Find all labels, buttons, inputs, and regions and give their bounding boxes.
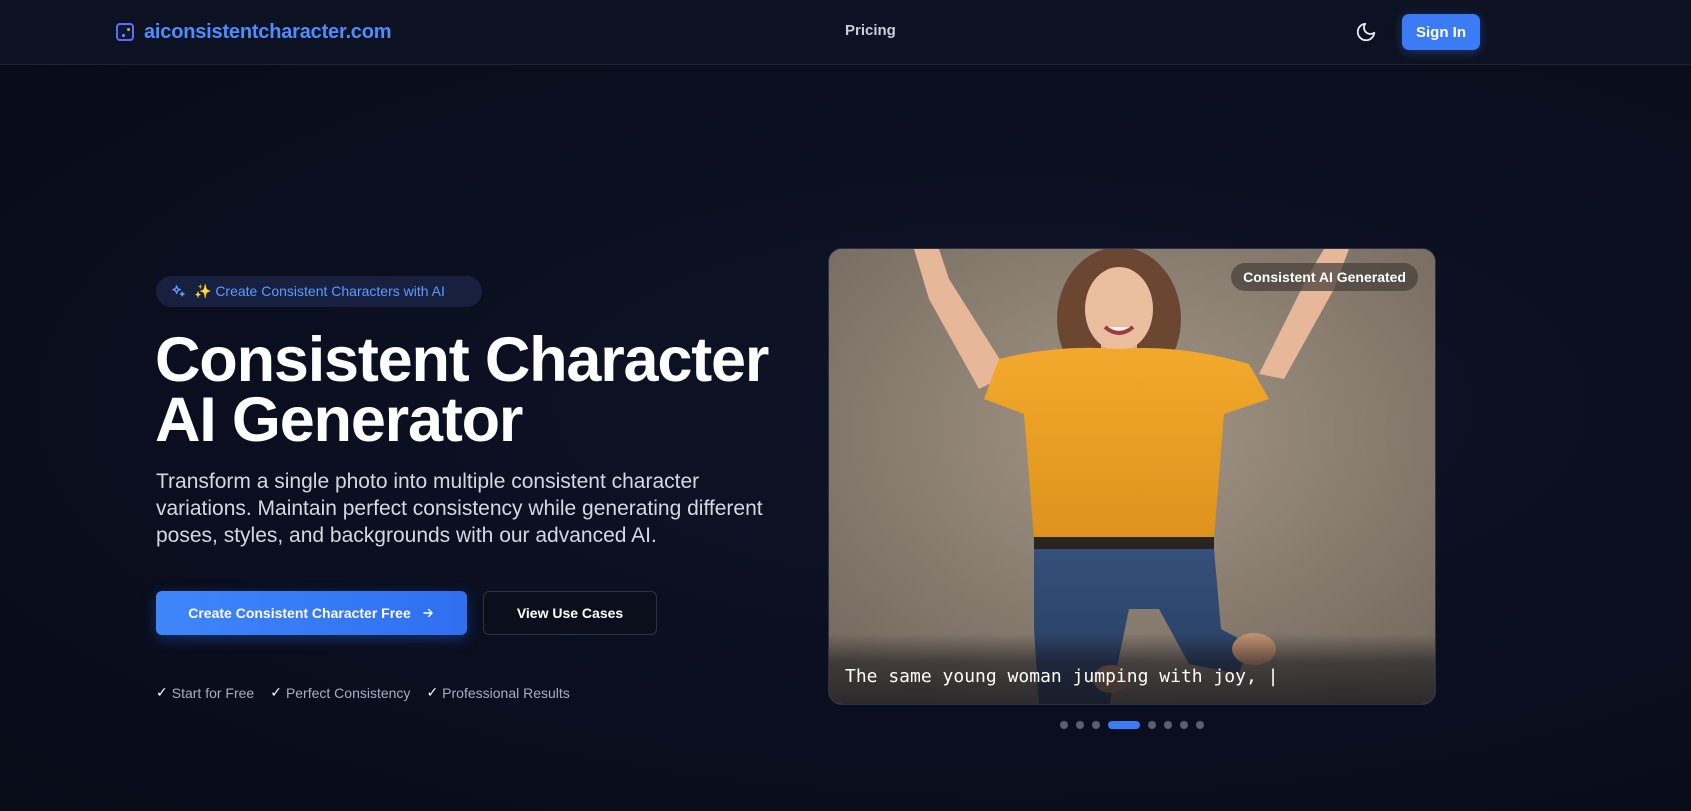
- feature-label: Perfect Consistency: [285, 684, 411, 701]
- carousel-dot[interactable]: [1060, 721, 1068, 729]
- showcase-image-card: Consistent AI Generated The same young w…: [828, 248, 1436, 705]
- brand-icon: [116, 23, 134, 41]
- create-character-button[interactable]: Create Consistent Character Free: [156, 591, 467, 635]
- theme-toggle-button[interactable]: [1352, 18, 1380, 46]
- brand-logo-link[interactable]: aiconsistentcharacter.com: [116, 20, 392, 44]
- create-character-label: Create Consistent Character Free: [188, 605, 411, 621]
- carousel-dot[interactable]: [1164, 721, 1172, 729]
- check-icon: ✓: [156, 684, 168, 700]
- check-icon: ✓: [426, 684, 439, 700]
- carousel-dot[interactable]: [1180, 721, 1188, 729]
- carousel-dots: [1060, 721, 1204, 729]
- carousel-dot[interactable]: [1092, 721, 1100, 729]
- hero-badge: ✨ Create Consistent Characters with AI: [156, 276, 482, 307]
- feature-label: Start for Free: [171, 684, 255, 701]
- feature-list: ✓ Start for Free ✓ Perfect Consistency ✓…: [156, 684, 570, 701]
- view-use-cases-button[interactable]: View Use Cases: [483, 591, 657, 635]
- generated-badge: Consistent AI Generated: [1231, 263, 1418, 291]
- carousel-dot[interactable]: [1108, 721, 1140, 729]
- carousel-dot[interactable]: [1076, 721, 1084, 729]
- caption-text: The same young woman jumping with joy, |: [845, 666, 1279, 687]
- hero-title-line2: AI Generator: [155, 385, 523, 455]
- sparkles-icon: [170, 284, 186, 300]
- hero-description: Transform a single photo into multiple c…: [156, 470, 763, 547]
- feature-item: ✓ Start for Free: [156, 684, 254, 701]
- feature-item: ✓ Professional Results: [426, 684, 569, 701]
- sign-in-button[interactable]: Sign In: [1402, 14, 1480, 50]
- moon-icon: [1356, 22, 1376, 42]
- check-icon: ✓: [270, 684, 282, 700]
- carousel-dot[interactable]: [1196, 721, 1204, 729]
- nav-pricing-link[interactable]: Pricing: [845, 22, 896, 39]
- carousel-dot[interactable]: [1148, 721, 1156, 729]
- feature-item: ✓ Perfect Consistency: [270, 684, 410, 701]
- arrow-right-icon: [422, 608, 433, 618]
- top-nav: aiconsistentcharacter.com Pricing Sign I…: [0, 0, 1691, 65]
- page: aiconsistentcharacter.com Pricing Sign I…: [0, 0, 1691, 811]
- feature-label: Professional Results: [442, 684, 570, 701]
- brand-name: aiconsistentcharacter.com: [144, 20, 392, 43]
- hero-badge-text: ✨ Create Consistent Characters with AI: [194, 283, 445, 299]
- hero-title: Consistent Character AI Generator: [155, 329, 775, 452]
